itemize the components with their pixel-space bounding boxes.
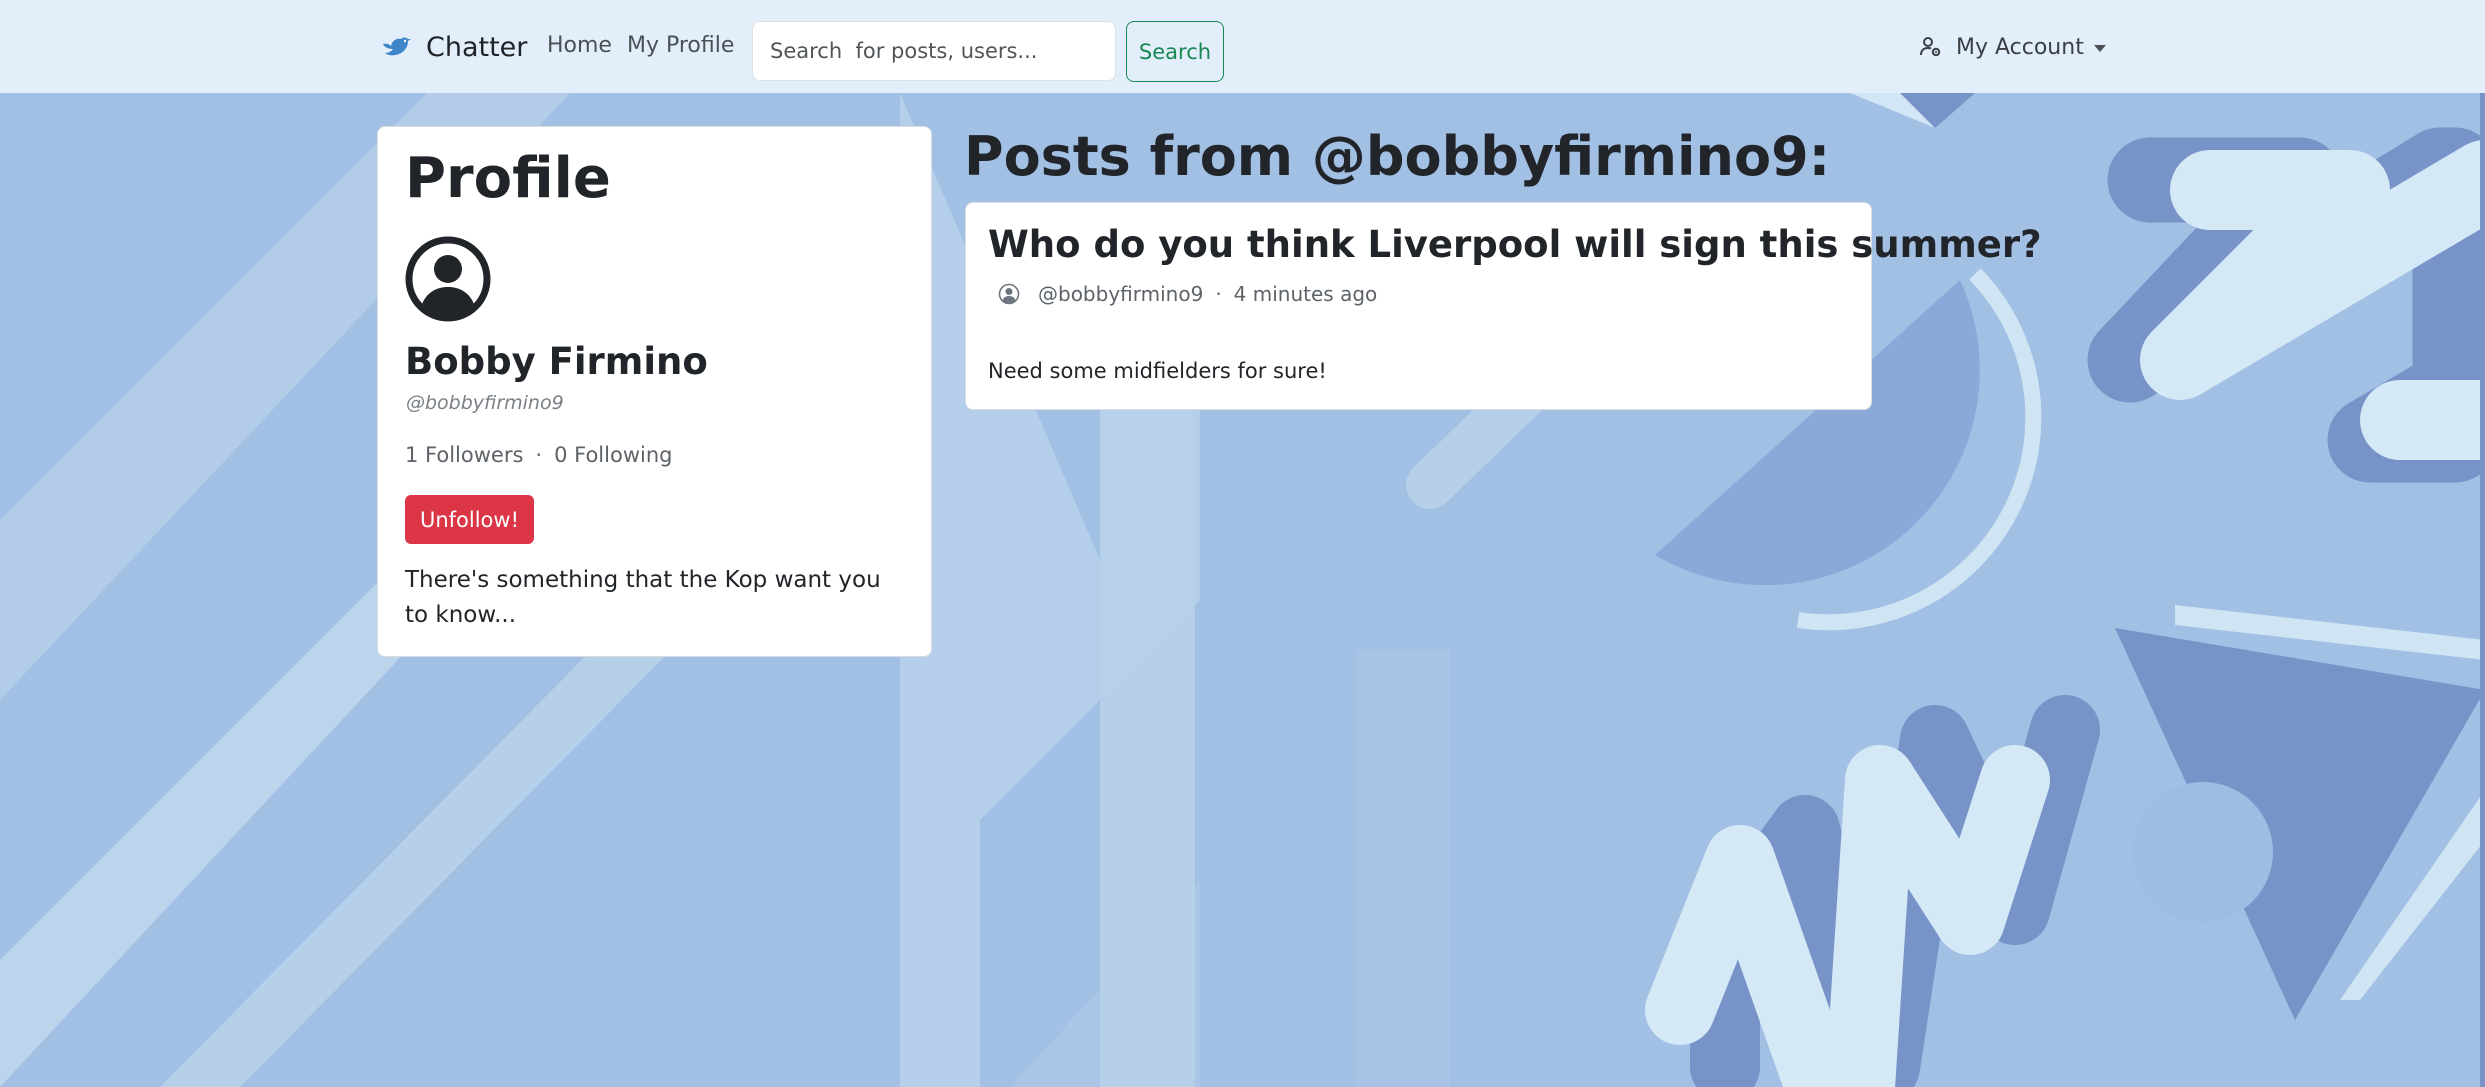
- followers-count[interactable]: 1 Followers: [405, 443, 523, 467]
- post-meta: @bobbyfirmino9 · 4 minutes ago: [998, 282, 1377, 306]
- brand-name: Chatter: [426, 31, 528, 63]
- bird-icon: [383, 37, 411, 56]
- profile-name: Bobby Firmino: [405, 340, 708, 383]
- profile-handle: @bobbyfirmino9: [406, 392, 564, 414]
- person-circle-icon: [405, 236, 491, 322]
- profile-bio: There's something that the Kop want you …: [405, 567, 881, 628]
- nav-link-home[interactable]: Home: [547, 33, 612, 58]
- person-circle-icon: [998, 283, 1020, 305]
- following-count[interactable]: 0 Following: [554, 443, 672, 467]
- search-input[interactable]: [752, 21, 1116, 81]
- separator: ·: [535, 443, 543, 467]
- post-timestamp: 4 minutes ago: [1233, 282, 1378, 306]
- my-account-label: My Account: [1956, 34, 2084, 60]
- unfollow-button[interactable]: Unfollow!: [405, 495, 534, 544]
- nav-link-my-profile[interactable]: My Profile: [627, 33, 734, 58]
- profile-heading: Profile: [405, 146, 611, 211]
- caret-down-icon: [2093, 44, 2106, 52]
- follow-stats: 1 Followers · 0 Following: [405, 443, 672, 467]
- separator: ·: [1215, 282, 1222, 306]
- profile-card: Profile Bobby Firmino @bobbyfirmino9 1 F…: [377, 126, 932, 657]
- person-gear-icon: [1920, 37, 1941, 57]
- post-body: Need some midfielders for sure!: [988, 359, 1327, 383]
- posts-heading: Posts from @bobbyfirmino9:: [964, 125, 1831, 188]
- my-account-dropdown[interactable]: My Account: [1920, 29, 2106, 65]
- brand-link[interactable]: Chatter: [380, 27, 527, 67]
- post-author[interactable]: @bobbyfirmino9: [1038, 282, 1203, 306]
- post-card[interactable]: Who do you think Liverpool will sign thi…: [965, 202, 2042, 410]
- top-navbar: Chatter Home My Profile Search My Accoun…: [0, 0, 2485, 93]
- post-title[interactable]: Who do you think Liverpool will sign thi…: [988, 221, 2042, 269]
- search-button[interactable]: Search: [1126, 21, 1224, 82]
